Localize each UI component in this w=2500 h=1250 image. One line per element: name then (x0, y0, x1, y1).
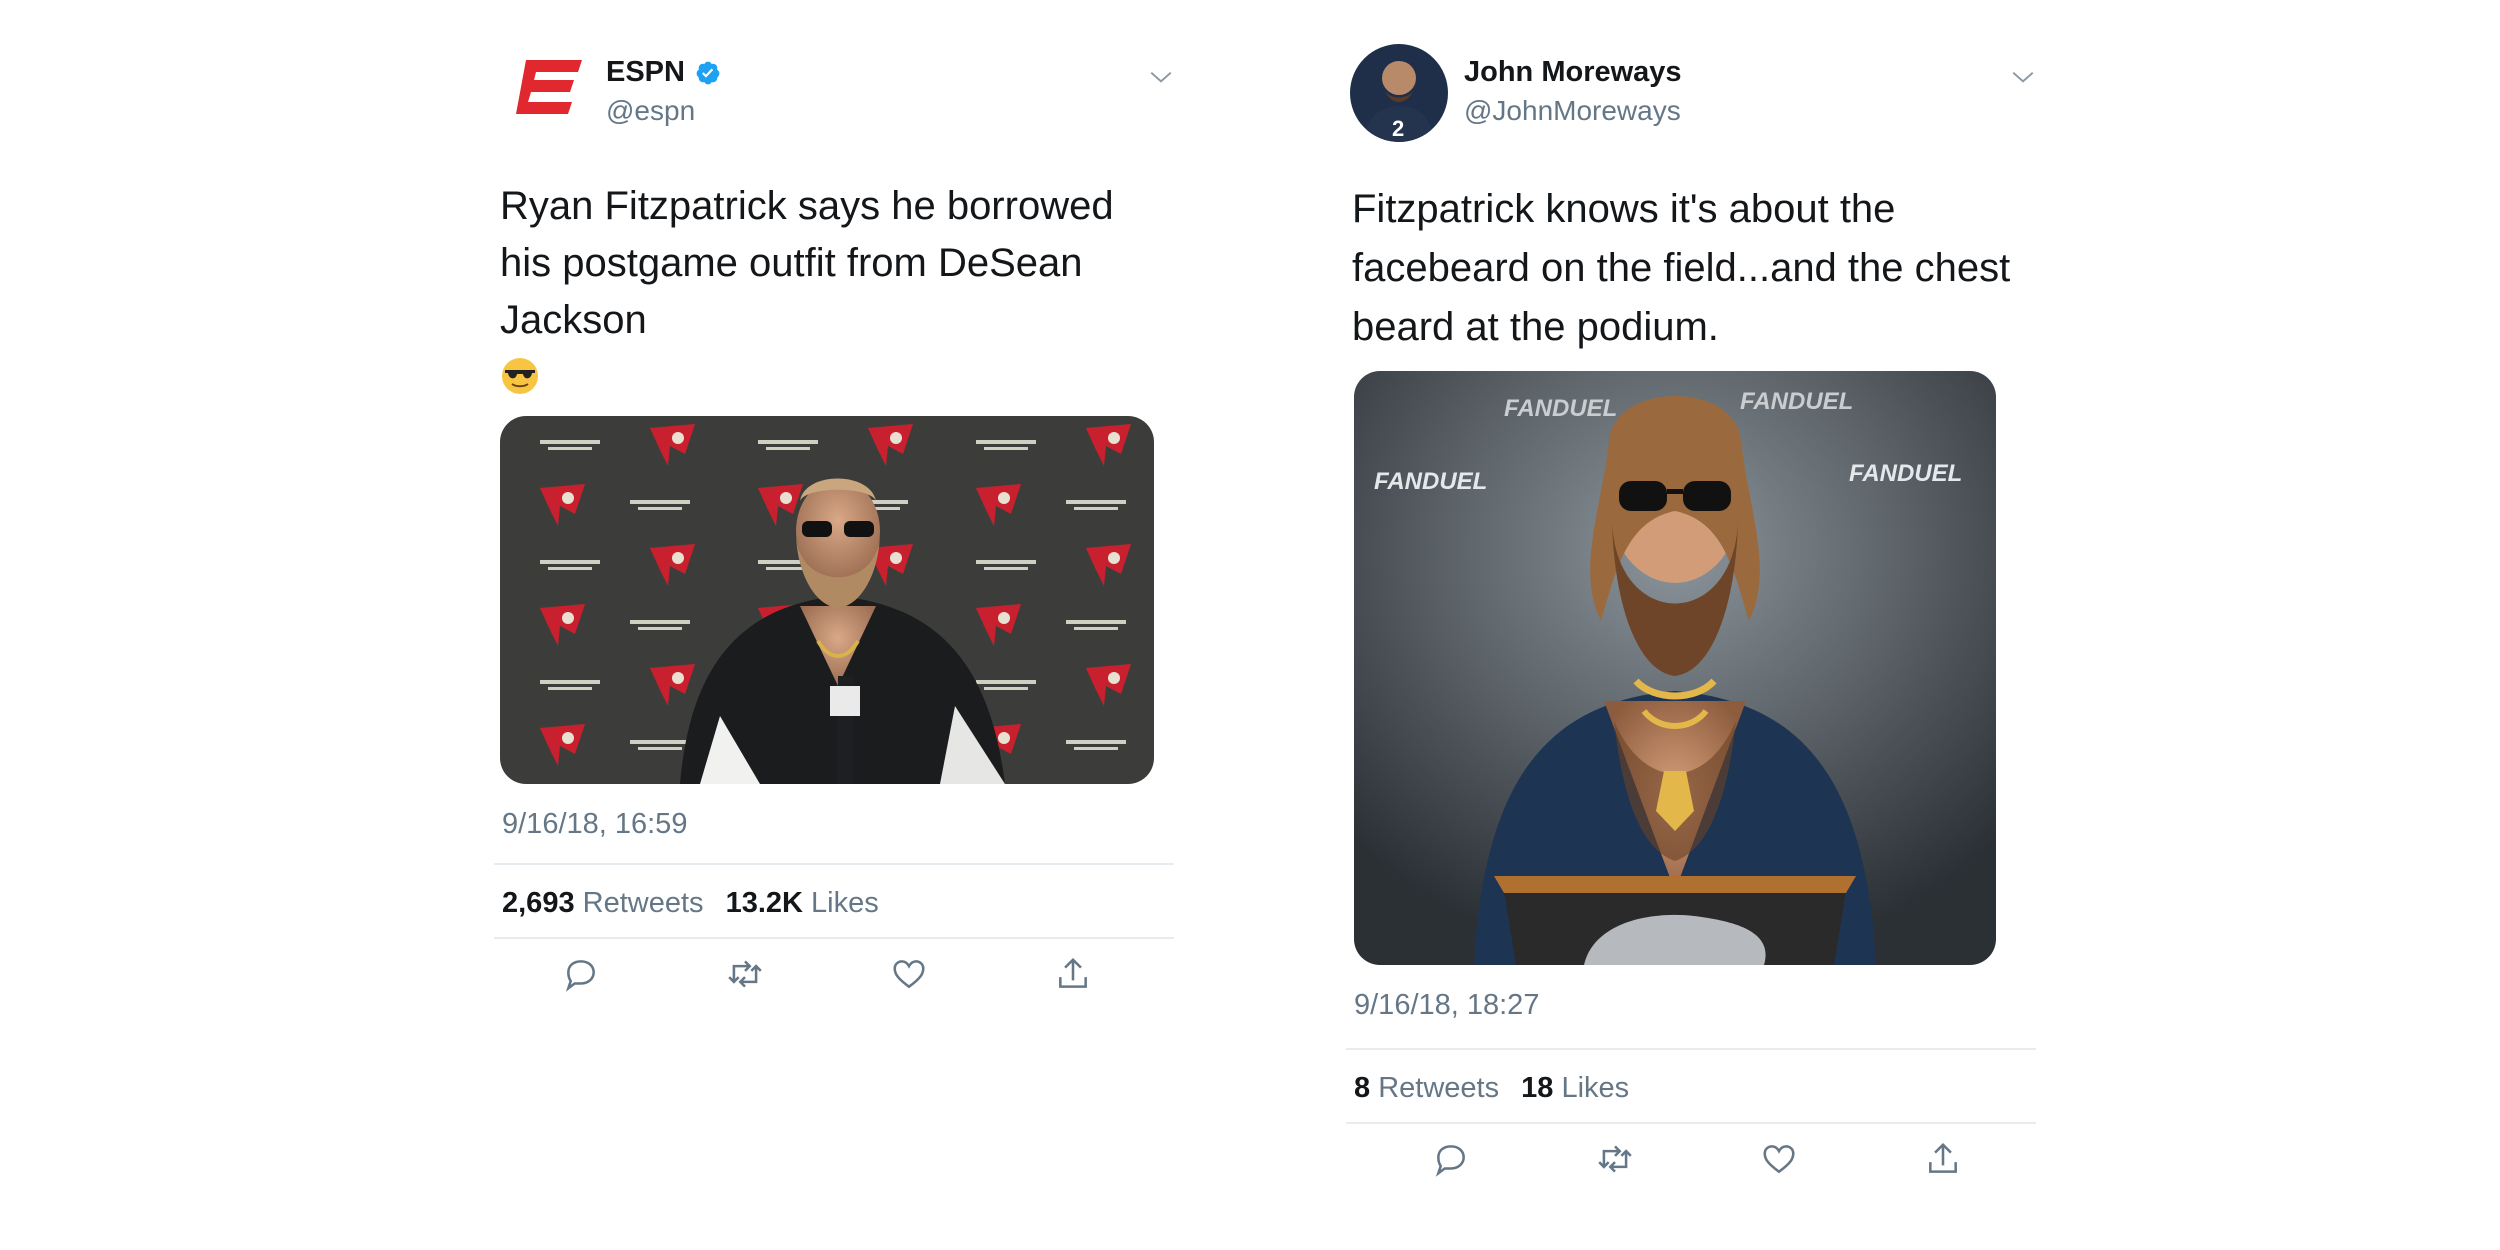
share-icon (1929, 1142, 1957, 1173)
reply-button[interactable] (1432, 1140, 1470, 1178)
retweet-button[interactable] (1596, 1140, 1634, 1178)
likes-label[interactable]: Likes (1561, 1072, 1629, 1104)
tweet-media-photo[interactable] (500, 416, 1154, 784)
tweet-text: Fitzpatrick knows it's about the facebea… (1352, 187, 2011, 349)
tweet-header: ESPN @espn (494, 40, 1174, 150)
heart-icon (1763, 1145, 1795, 1174)
profile-photo: 2 (1350, 44, 1448, 142)
media-overlay-text: FANDUEL (1740, 388, 1853, 415)
like-count[interactable]: 18 (1521, 1072, 1553, 1104)
tweet-stats: 2,693 Retweets 13.2K Likes (494, 865, 1174, 937)
media-overlay-text: FANDUEL (1849, 460, 1962, 487)
handle[interactable]: @JohnMoreways (1464, 95, 1682, 127)
media-overlay-text: FANDUEL (1374, 468, 1487, 495)
retweets-label[interactable]: Retweets (583, 887, 704, 919)
tweet-actions (1346, 1124, 2036, 1204)
retweet-icon (1598, 1145, 1632, 1173)
retweet-count[interactable]: 8 (1354, 1072, 1370, 1104)
espn-logo-avatar[interactable] (512, 52, 586, 126)
tweet-actions (494, 939, 1174, 1019)
author-names: John Moreways @JohnMoreways (1464, 56, 1682, 127)
share-button[interactable] (1054, 955, 1092, 993)
like-count[interactable]: 13.2K (726, 887, 803, 919)
heart-icon (893, 960, 925, 989)
retweet-count[interactable]: 2,693 (502, 887, 575, 919)
display-name[interactable]: John Moreways (1464, 56, 1682, 89)
likes-label[interactable]: Likes (811, 887, 879, 919)
tweet-text-body: Ryan Fitzpatrick says he borrowed his po… (500, 184, 1114, 342)
tweet-header: 2 John Moreways @JohnMoreways (1346, 40, 2036, 150)
user-avatar[interactable]: 2 (1350, 44, 1448, 142)
espn-logo-icon (516, 60, 582, 114)
chevron-down-icon[interactable] (1148, 64, 1174, 90)
reply-icon (1435, 1145, 1465, 1177)
reply-button[interactable] (562, 955, 600, 993)
author-names: ESPN @espn (606, 56, 721, 127)
svg-text:2: 2 (1392, 116, 1404, 141)
share-icon (1059, 957, 1087, 988)
tweet-timestamp[interactable]: 9/16/18, 18:27 (1346, 989, 2036, 1022)
tweet-media-photo[interactable]: FANDUEL FANDUEL FANDUEL FANDUEL (1354, 371, 1996, 965)
handle[interactable]: @espn (606, 95, 721, 127)
like-button[interactable] (1760, 1140, 1798, 1178)
like-button[interactable] (890, 955, 928, 993)
share-button[interactable] (1924, 1140, 1962, 1178)
tweet-stats: 8 Retweets 18 Likes (1346, 1050, 2036, 1122)
retweets-label[interactable]: Retweets (1378, 1072, 1499, 1104)
display-name[interactable]: ESPN (606, 56, 685, 89)
press-conference-photo (500, 416, 1154, 784)
retweet-icon (728, 960, 762, 988)
fanduel-podium-illustration: FANDUEL FANDUEL FANDUEL FANDUEL (1354, 371, 1996, 965)
retweet-button[interactable] (726, 955, 764, 993)
tweet-text: Ryan Fitzpatrick says he borrowed his po… (494, 178, 1160, 406)
tweet-john-moreways: 2 John Moreways @JohnMoreways Fitzpatric… (1346, 40, 2036, 1204)
sunglasses-emoji-icon (502, 358, 538, 394)
media-overlay-text: FANDUEL (1504, 395, 1617, 422)
tweet-espn: ESPN @espn Ryan Fitzpatrick says he borr… (494, 40, 1174, 1019)
verified-badge-icon (697, 61, 720, 84)
chevron-down-icon[interactable] (2010, 64, 2036, 90)
tweet-timestamp[interactable]: 9/16/18, 16:59 (494, 808, 1174, 841)
reply-icon (565, 960, 595, 992)
